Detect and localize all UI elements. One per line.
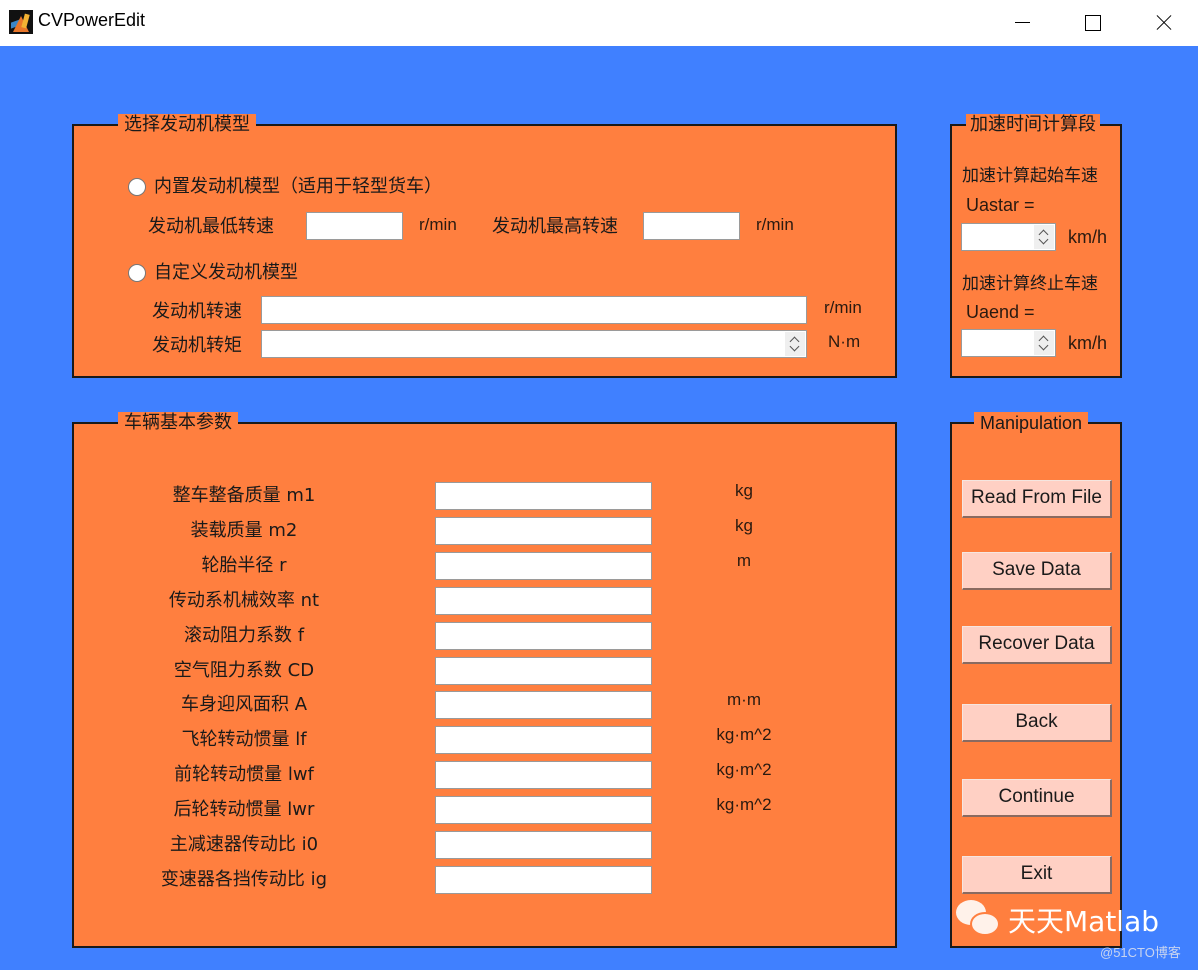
end-speed-unit: km/h — [1068, 333, 1108, 353]
custom-engine-radio-label: 自定义发动机模型 — [154, 262, 298, 283]
param-unit: kg — [735, 516, 753, 535]
engine-model-panel-title: 选择发动机模型 — [118, 114, 256, 136]
start-speed-label: 加速计算起始车速 — [962, 166, 1098, 186]
param-unit: kg — [735, 481, 753, 500]
param-label: 车身迎风面积 A — [180, 694, 308, 715]
start-speed-input[interactable] — [961, 223, 1056, 251]
figure-canvas: 选择发动机模型 内置发动机模型（适用于轻型货车） 发动机最低转速 r/min 发… — [0, 46, 1198, 970]
back-button[interactable]: Back — [962, 704, 1112, 742]
close-button[interactable] — [1127, 0, 1197, 46]
param-input[interactable] — [435, 691, 652, 719]
custom-engine-radio[interactable] — [128, 264, 146, 282]
recover-data-button[interactable]: Recover Data — [962, 626, 1112, 664]
vehicle-params-panel-title: 车辆基本参数 — [118, 412, 238, 434]
engine-model-panel: 选择发动机模型 内置发动机模型（适用于轻型货车） 发动机最低转速 r/min 发… — [72, 114, 897, 378]
exit-button[interactable]: Exit — [962, 856, 1112, 894]
acceleration-panel: 加速时间计算段 加速计算起始车速 Uastar = km/h 加速计算终止车速 … — [950, 114, 1122, 378]
max-speed-unit: r/min — [756, 215, 794, 234]
param-label: 前轮转动惯量 lwf — [174, 764, 314, 785]
param-input[interactable] — [435, 657, 652, 685]
param-input[interactable] — [435, 866, 652, 894]
engine-speed-label: 发动机转速 — [152, 301, 242, 322]
manipulation-panel-title: Manipulation — [974, 412, 1089, 434]
vehicle-params-panel: 车辆基本参数 整车整备质量 m1 kg 装载质量 m2 kg 轮胎半径 r m 传动系机械效… — [72, 412, 897, 948]
builtin-engine-radio-label: 内置发动机模型（适用于轻型货车） — [154, 176, 442, 197]
manipulation-panel: Manipulation Read From File Save Data Re… — [950, 412, 1122, 948]
param-input[interactable] — [435, 587, 652, 615]
param-label: 装载质量 m2 — [190, 520, 298, 541]
param-label: 飞轮转动惯量 lf — [181, 729, 307, 750]
max-speed-input[interactable] — [643, 212, 740, 240]
param-unit: kg·m^2 — [716, 795, 772, 814]
param-label: 主减速器传动比 i0 — [169, 834, 319, 855]
scroll-arrows-icon[interactable] — [1034, 225, 1054, 249]
param-label: 整车整备质量 m1 — [172, 485, 316, 506]
scroll-arrows-icon[interactable] — [785, 332, 805, 356]
param-label: 变速器各挡传动比 ig — [160, 869, 328, 890]
engine-torque-label: 发动机转矩 — [152, 335, 242, 356]
save-data-button[interactable]: Save Data — [962, 552, 1112, 590]
continue-button[interactable]: Continue — [962, 779, 1112, 817]
maximize-button[interactable] — [1057, 0, 1127, 46]
min-speed-input[interactable] — [306, 212, 403, 240]
param-input[interactable] — [435, 622, 652, 650]
watermark: 天天Matlab — [956, 898, 1171, 938]
builtin-engine-radio[interactable] — [128, 178, 146, 196]
start-speed-unit: km/h — [1068, 227, 1108, 247]
watermark-text: 天天Matlab — [1008, 905, 1160, 938]
start-speed-var: Uastar = — [966, 195, 1035, 215]
param-input[interactable] — [435, 831, 652, 859]
acceleration-panel-title: 加速时间计算段 — [966, 114, 1100, 136]
param-label: 后轮转动惯量 lwr — [173, 799, 315, 820]
param-input[interactable] — [435, 517, 652, 545]
end-speed-label: 加速计算终止车速 — [962, 274, 1098, 294]
engine-torque-unit: N·m — [828, 332, 861, 351]
param-unit: kg·m^2 — [716, 760, 772, 779]
end-speed-var: Uaend = — [966, 302, 1035, 322]
window-title: CVPowerEdit — [38, 10, 146, 30]
engine-torque-input[interactable] — [261, 330, 807, 358]
read-from-file-button[interactable]: Read From File — [962, 480, 1112, 518]
param-label: 轮胎半径 r — [201, 555, 287, 576]
param-unit: kg·m^2 — [716, 725, 772, 744]
end-speed-input[interactable] — [961, 329, 1056, 357]
param-input[interactable] — [435, 552, 652, 580]
min-speed-unit: r/min — [419, 215, 457, 234]
param-input[interactable] — [435, 761, 652, 789]
max-speed-label: 发动机最高转速 — [492, 216, 618, 237]
minimize-button[interactable] — [987, 0, 1057, 46]
param-input[interactable] — [435, 726, 652, 754]
matlab-logo-icon — [9, 10, 33, 34]
param-label: 空气阻力系数 CD — [173, 660, 315, 681]
title-bar: CVPowerEdit — [0, 0, 1198, 46]
param-label: 传动系机械效率 nt — [168, 590, 320, 611]
engine-speed-unit: r/min — [824, 298, 862, 317]
param-unit: m·m — [727, 690, 761, 709]
param-input[interactable] — [435, 482, 652, 510]
param-label: 滚动阻力系数 f — [183, 625, 305, 646]
param-unit: m — [736, 551, 752, 570]
scroll-arrows-icon[interactable] — [1034, 331, 1054, 355]
min-speed-label: 发动机最低转速 — [148, 216, 274, 237]
watermark-credit: @51CTO博客 — [1100, 945, 1181, 960]
param-input[interactable] — [435, 796, 652, 824]
engine-speed-input[interactable] — [261, 296, 807, 324]
